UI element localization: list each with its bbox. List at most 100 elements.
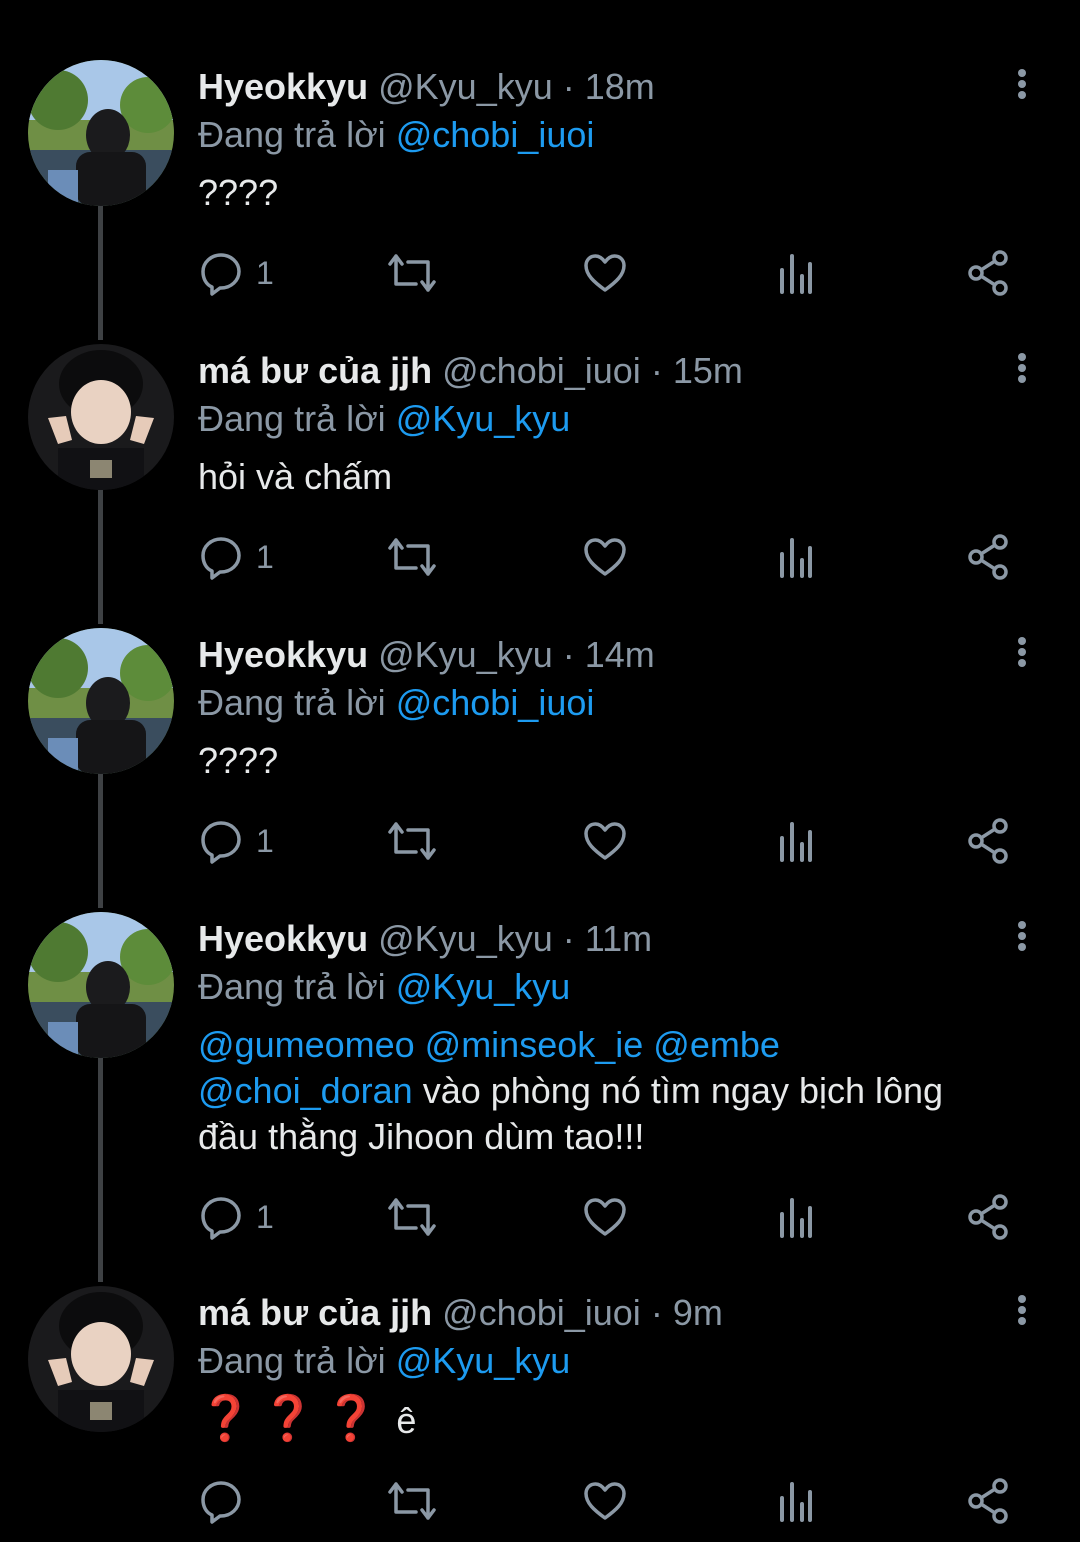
retweet-button[interactable] [386,248,438,298]
avatar[interactable] [28,60,174,206]
like-button[interactable] [582,1192,628,1242]
retweet-icon [388,1482,436,1520]
like-icon [584,538,626,576]
timestamp[interactable]: 18m [585,66,655,107]
replying-to-mention[interactable]: @Kyu_kyu [396,1340,571,1381]
analytics-button[interactable] [776,1476,816,1526]
replying-to-mention[interactable]: @Kyu_kyu [396,398,571,439]
reply-button[interactable] [198,1476,244,1526]
tweet-mention[interactable]: @choi_doran [198,1070,413,1111]
tweet-mentions[interactable]: @gumeomeo @minseok_ie @embe [198,1024,780,1065]
retweet-icon [388,822,436,860]
avatar[interactable] [28,344,174,490]
tweet[interactable]: Hyeokkyu @Kyu_kyu · 14m Đang trả lời @ch… [0,628,1080,888]
tweet-text: @gumeomeo @minseok_ie @embe @choi_doran … [198,1022,1028,1160]
avatar[interactable] [28,1286,174,1432]
more-options-icon[interactable] [1010,350,1034,390]
display-name[interactable]: má bư của jjh [198,1292,432,1333]
share-button[interactable] [966,816,1012,866]
share-button[interactable] [966,532,1012,582]
timestamp[interactable]: 11m [585,918,652,959]
avatar[interactable] [28,912,174,1058]
reply-icon [201,537,241,580]
tweet-header: Hyeokkyu @Kyu_kyu · 14m [198,632,1010,678]
tweet-text-fragment: đầu thằng Jihoon dùm tao!!! [198,1116,645,1157]
tweet-header: má bư của jjh @chobi_iuoi · 9m [198,1290,1010,1336]
share-button[interactable] [966,248,1012,298]
reply-button[interactable]: 1 [198,1192,274,1242]
analytics-icon [780,1198,812,1238]
tweet-actions: 1 [198,816,1028,866]
more-options-icon[interactable] [1010,634,1034,674]
analytics-button[interactable] [776,532,816,582]
retweet-button[interactable] [386,532,438,582]
question-mark-emoji: ❓ [260,1394,316,1443]
display-name[interactable]: Hyeokkyu [198,66,368,107]
share-button[interactable] [966,1476,1012,1526]
avatar[interactable] [28,628,174,774]
like-button[interactable] [582,816,628,866]
retweet-icon [388,538,436,576]
reply-button[interactable]: 1 [198,532,274,582]
like-button[interactable] [582,1476,628,1526]
analytics-button[interactable] [776,1192,816,1242]
reply-count: 1 [256,1198,274,1235]
like-button[interactable] [582,248,628,298]
display-name[interactable]: Hyeokkyu [198,634,368,675]
share-button[interactable] [966,1192,1012,1242]
tweet[interactable]: má bư của jjh @chobi_iuoi · 15m Đang trả… [0,344,1080,604]
share-icon [968,1478,1008,1524]
replying-to-label: Đang trả lời [198,682,386,723]
display-name[interactable]: Hyeokkyu [198,918,368,959]
tweet-header: Hyeokkyu @Kyu_kyu · 18m [198,64,1010,110]
replying-to-mention[interactable]: @chobi_iuoi [396,114,595,155]
retweet-button[interactable] [386,1192,438,1242]
share-icon [968,250,1008,296]
retweet-button[interactable] [386,816,438,866]
analytics-button[interactable] [776,248,816,298]
timestamp[interactable]: 9m [673,1292,723,1333]
replying-to-mention[interactable]: @Kyu_kyu [396,966,571,1007]
like-icon [584,1482,626,1520]
reply-button[interactable]: 1 [198,816,274,866]
share-icon [968,1194,1008,1240]
user-handle[interactable]: @chobi_iuoi [442,350,641,391]
user-handle[interactable]: @Kyu_kyu [378,634,553,675]
user-handle[interactable]: @chobi_iuoi [442,1292,641,1333]
replying-to-label: Đang trả lời [198,966,386,1007]
tweet-text-fragment: ê [396,1400,417,1441]
tweet[interactable]: má bư của jjh @chobi_iuoi · 9m Đang trả … [0,1286,1080,1542]
more-options-icon[interactable] [1010,66,1034,106]
reply-icon [201,821,241,864]
user-handle[interactable]: @Kyu_kyu [378,918,553,959]
tweet-header: má bư của jjh @chobi_iuoi · 15m [198,348,1010,394]
tweet-text-fragment: vào phòng nó tìm ngay bịch lông [412,1070,944,1111]
separator-dot: · [562,634,575,675]
analytics-button[interactable] [776,816,816,866]
reply-button[interactable]: 1 [198,248,274,298]
replying-to-mention[interactable]: @chobi_iuoi [396,682,595,723]
like-button[interactable] [582,532,628,582]
tweet-actions: 1 [198,248,1028,298]
retweet-button[interactable] [386,1476,438,1526]
reply-icon [201,1197,241,1240]
tweet-text: ❓ ❓ ❓ ê [198,1396,1028,1444]
more-options-icon[interactable] [1010,1292,1034,1332]
retweet-icon [388,1198,436,1236]
analytics-icon [780,538,812,578]
reply-icon [201,253,241,296]
reply-count: 1 [256,538,274,575]
separator-dot: · [650,1292,663,1333]
tweet-text: ???? [198,740,279,781]
replying-to: Đang trả lời @Kyu_kyu [198,964,570,1010]
tweet[interactable]: Hyeokkyu @Kyu_kyu · 18m Đang trả lời @ch… [0,60,1080,320]
user-handle[interactable]: @Kyu_kyu [378,66,553,107]
timestamp[interactable]: 15m [673,350,743,391]
retweet-icon [388,254,436,292]
replying-to-label: Đang trả lời [198,1340,386,1381]
timestamp[interactable]: 14m [585,634,655,675]
display-name[interactable]: má bư của jjh [198,350,432,391]
analytics-icon [780,254,812,294]
tweet[interactable]: Hyeokkyu @Kyu_kyu · 11m Đang trả lời @Ky… [0,912,1080,1262]
more-options-icon[interactable] [1010,918,1034,958]
